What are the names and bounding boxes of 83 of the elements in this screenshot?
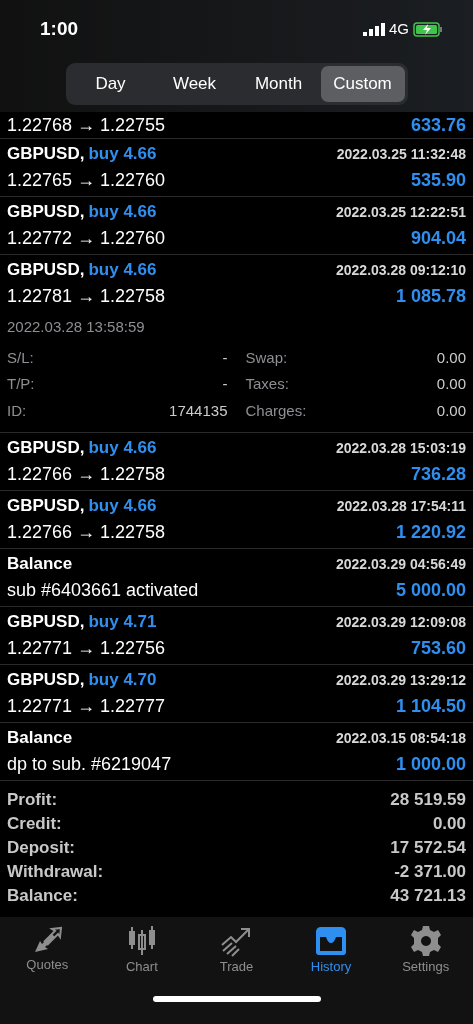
- deal-time: 2022.03.29 04:56:49: [336, 555, 466, 575]
- profit-amount: 753.60: [410, 636, 466, 660]
- profit-amount: 736.28: [410, 462, 466, 486]
- tab-bar-item[interactable]: Settings: [378, 917, 473, 978]
- summary-label: Credit:: [7, 813, 62, 835]
- detail-value: 0.00: [436, 347, 466, 368]
- operation-type: Balance: [7, 727, 73, 750]
- profit-amount: 1 000.00: [395, 752, 466, 776]
- battery-charging-icon: [413, 21, 443, 37]
- deal-time: 2022.03.25 12:22:51: [336, 203, 466, 223]
- summary-label: Deposit:: [7, 837, 75, 859]
- tab-bar-item[interactable]: Quotes: [0, 917, 95, 978]
- trade-side-volume: buy 4.66: [88, 495, 157, 518]
- trade-side-volume: buy 4.71: [88, 611, 157, 634]
- symbol-label: GBPUSD,: [7, 437, 85, 460]
- detail-label: ID:: [7, 400, 27, 421]
- price-range: 1.22766 → 1.22758: [7, 520, 166, 544]
- detail-value: 0.00: [436, 400, 466, 421]
- profit-amount: 1 220.92: [395, 520, 466, 544]
- tab-bar-item[interactable]: Chart: [94, 917, 190, 978]
- symbol-label: GBPUSD,: [7, 201, 85, 224]
- trade-side-volume: buy 4.66: [88, 259, 157, 282]
- network-label: 4G: [389, 18, 409, 39]
- detail-label: Swap:: [245, 347, 288, 368]
- close-time: 2022.03.28 13:58:59: [7, 317, 146, 337]
- detail-label: S/L:: [7, 347, 34, 368]
- price-range: 1.22781 → 1.22758: [7, 284, 166, 308]
- summary-value: 17 572.54: [390, 837, 466, 859]
- summary-label: Withdrawal:: [7, 861, 104, 883]
- tab-bar-item[interactable]: Trade: [189, 917, 284, 978]
- summary-value: 28 519.59: [390, 789, 466, 811]
- inbox-icon: [314, 925, 349, 957]
- tab-bar-item[interactable]: History: [283, 917, 379, 978]
- trade-side-volume: buy 4.70: [88, 669, 157, 692]
- trade-side-volume: buy 4.66: [88, 437, 157, 460]
- signal-icon: [363, 22, 385, 36]
- deal-comment: dp to sub. #6219047: [7, 752, 172, 776]
- summary-value: 0.00: [432, 813, 466, 835]
- symbol-label: GBPUSD,: [7, 611, 85, 634]
- settings-icon: [409, 925, 442, 957]
- summary-value: 43 721.13: [390, 885, 466, 907]
- symbol-label: GBPUSD,: [7, 259, 85, 282]
- symbol-label: GBPUSD,: [7, 143, 85, 166]
- clock-time: 1:00: [40, 16, 79, 41]
- price-range: 1.22771 → 1.22756: [7, 636, 166, 660]
- profit-amount: 535.90: [410, 168, 466, 192]
- summary-label: Profit:: [7, 789, 58, 811]
- period-tab[interactable]: Day: [68, 66, 153, 102]
- symbol-label: GBPUSD,: [7, 669, 85, 692]
- detail-value: 1744135: [169, 400, 228, 421]
- price-range: 1.22772 → 1.22760: [7, 226, 166, 250]
- deal-time: 2022.03.25 11:32:48: [336, 145, 466, 165]
- profit-amount: 904.04: [410, 226, 466, 250]
- price-range: 1.22771 → 1.22777: [7, 694, 166, 718]
- deal-time: 2022.03.28 09:12:10: [336, 261, 466, 281]
- summary-label: Balance:: [7, 885, 78, 907]
- trade-side-volume: buy 4.66: [88, 201, 157, 224]
- price-range: 1.22766 → 1.22758: [7, 462, 166, 486]
- deal-time: 2022.03.29 13:29:12: [336, 671, 466, 691]
- deal-time: 2022.03.28 15:03:19: [336, 439, 466, 459]
- detail-value: -: [222, 347, 228, 368]
- detail-label: Taxes:: [245, 374, 289, 394]
- period-tab[interactable]: Week: [152, 66, 237, 102]
- period-tab[interactable]: Custom: [320, 66, 405, 102]
- price-range: 1.22768 → 1.22755: [7, 114, 166, 137]
- summary-value: -2 371.00: [394, 861, 466, 883]
- profit-amount: 1 104.50: [395, 694, 466, 718]
- detail-label: T/P:: [7, 374, 35, 394]
- profit-amount: 1 085.78: [395, 284, 466, 308]
- profit-amount: 5 000.00: [395, 578, 466, 602]
- symbol-label: GBPUSD,: [7, 495, 85, 518]
- detail-value: -: [222, 374, 228, 394]
- deal-time: 2022.03.29 12:09:08: [336, 613, 466, 633]
- period-tab[interactable]: Month: [236, 66, 321, 102]
- deal-time: 2022.03.15 08:54:18: [336, 729, 466, 749]
- operation-type: Balance: [7, 553, 73, 576]
- price-range: 1.22765 → 1.22760: [7, 168, 166, 192]
- deal-time: 2022.03.28 17:54:11: [336, 497, 466, 517]
- profit-amount: 633.76: [410, 114, 466, 137]
- detail-value: 0.00: [436, 374, 466, 394]
- detail-label: Charges:: [245, 400, 307, 421]
- deal-comment: sub #6403661 activated: [7, 578, 199, 602]
- trade-side-volume: buy 4.66: [88, 143, 157, 166]
